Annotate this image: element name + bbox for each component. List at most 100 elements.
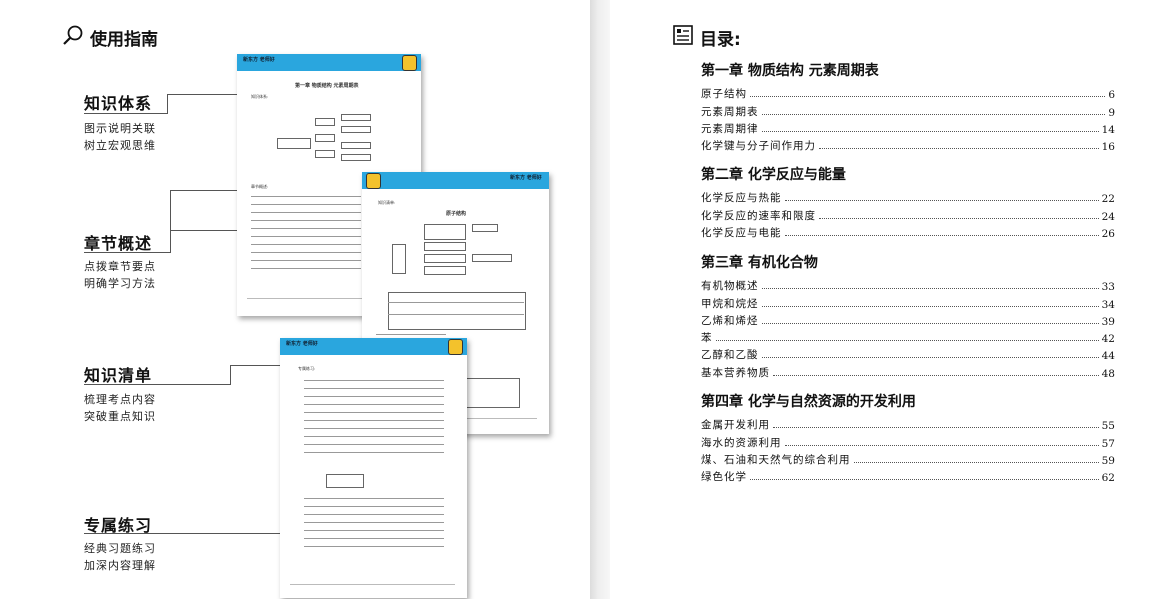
- section-title-knowledge-system: 知识体系: [84, 94, 153, 113]
- magnifier-icon: [62, 24, 84, 51]
- entry-page: 22: [1101, 193, 1115, 206]
- entry-label: 基本营养物质: [701, 366, 770, 379]
- table-rule: [388, 314, 524, 315]
- toc-entry[interactable]: 金属开发利用 55: [701, 415, 1115, 432]
- mindmap-node: [472, 254, 512, 262]
- dot-leader: [750, 479, 1099, 481]
- entry-label: 乙醇和乙酸: [701, 349, 759, 362]
- text-line: [304, 444, 444, 445]
- connector-line: [84, 384, 231, 385]
- text-line: [376, 334, 446, 335]
- sample-brand: 新东方 老师好: [510, 175, 542, 181]
- sample-label: 章节概述:: [251, 184, 269, 189]
- text-line: [251, 228, 361, 229]
- toc-entry[interactable]: 化学反应与电能 26: [701, 223, 1115, 240]
- entry-page: 55: [1101, 420, 1115, 433]
- text-line: [251, 196, 361, 197]
- text-line: [251, 236, 361, 237]
- mindmap-node: [341, 154, 371, 161]
- toc-entry[interactable]: 化学键与分子间作用力 16: [701, 136, 1115, 153]
- connector-line: [230, 365, 231, 385]
- entry-page: 33: [1101, 281, 1115, 294]
- dot-leader: [819, 217, 1099, 219]
- toc-chapter: 第四章 化学与自然资源的开发利用 金属开发利用 55 海水的资源利用 57 煤、石油…: [701, 391, 1115, 484]
- entry-label: 化学反应与热能: [701, 192, 782, 205]
- toc-chapter: 第一章 物质结构 元素周期表 原子结构 6 元素周期表 9 元素周期律 14 化学键与…: [701, 60, 1115, 153]
- text-line: [304, 530, 444, 531]
- entry-page: 16: [1101, 141, 1115, 154]
- mindmap-node: [424, 242, 466, 251]
- mindmap-node: [341, 114, 371, 121]
- toc-entry[interactable]: 煤、石油和天然气的综合利用 59: [701, 450, 1115, 467]
- entry-page: 44: [1101, 350, 1115, 363]
- toc-entry[interactable]: 元素周期律 14: [701, 119, 1115, 136]
- text-line: [251, 204, 361, 205]
- entry-label: 苯: [701, 332, 713, 345]
- sample-page-header-bar: 新东方 老师好: [362, 172, 549, 189]
- toc-entry[interactable]: 基本营养物质 48: [701, 362, 1115, 380]
- toc-entry[interactable]: 海水的资源利用 57: [701, 432, 1115, 450]
- desc-line: 树立宏观思维: [84, 139, 156, 152]
- desc-line: 梳理考点内容: [84, 393, 156, 406]
- toc-entry[interactable]: 甲烷和烷烃 34: [701, 293, 1115, 311]
- sample-chapter-title: 第一章 物质结构 元素周期表: [295, 83, 359, 89]
- text-line: [251, 220, 361, 221]
- connector-line: [170, 190, 171, 253]
- entry-page: 57: [1101, 437, 1115, 450]
- text-line: [304, 404, 444, 405]
- toc-entry[interactable]: 元素周期表 9: [701, 101, 1115, 119]
- toc-title-text: 目录:: [700, 30, 741, 50]
- toc-entry[interactable]: 原子结构 6: [701, 84, 1115, 101]
- text-line: [304, 436, 444, 437]
- mindmap-node: [424, 266, 466, 275]
- toc-entry[interactable]: 乙醇和乙酸 44: [701, 345, 1115, 362]
- text-line: [251, 260, 361, 261]
- toc-entry[interactable]: 苯 42: [701, 328, 1115, 345]
- sample-brand: 新东方 老师好: [286, 341, 318, 347]
- text-line: [251, 244, 361, 245]
- dot-leader: [761, 130, 1099, 132]
- text-line: [304, 498, 444, 499]
- mindmap-node: [392, 244, 406, 274]
- chapter-title: 第三章 有机化合物: [701, 255, 818, 271]
- toc-entry[interactable]: 化学反应的速率和限度 24: [701, 205, 1115, 223]
- entry-page: 42: [1101, 333, 1115, 346]
- mindmap-node: [315, 134, 335, 142]
- dot-leader: [715, 340, 1099, 342]
- chapter-title: 第二章 化学反应与能量: [701, 167, 846, 183]
- toc-entry[interactable]: 化学反应与热能 22: [701, 188, 1115, 205]
- dot-leader: [853, 461, 1099, 463]
- mindmap-node: [341, 126, 371, 133]
- toc-entry[interactable]: 绿色化学 62: [701, 467, 1115, 484]
- text-line: [251, 212, 361, 213]
- entry-label: 原子结构: [701, 88, 747, 101]
- entry-label: 绿色化学: [701, 471, 747, 484]
- mindmap-node: [277, 138, 311, 149]
- dot-leader: [773, 427, 1099, 429]
- desc-line: 明确学习方法: [84, 277, 156, 290]
- dot-leader: [784, 234, 1099, 236]
- section-title-chapter-overview: 章节概述: [84, 234, 153, 253]
- entry-page: 59: [1101, 454, 1115, 467]
- toc-entry[interactable]: 乙烯和烯烃 39: [701, 311, 1115, 328]
- mindmap-node: [315, 118, 335, 126]
- entry-label: 有机物概述: [701, 280, 759, 293]
- badge-icon: [366, 173, 381, 189]
- text-line: [304, 538, 444, 539]
- section-desc-knowledge-list: 梳理考点内容 突破重点知识: [84, 391, 156, 425]
- desc-line: 加深内容理解: [84, 559, 156, 572]
- section-desc-chapter-overview: 点拨章节要点 明确学习方法: [84, 258, 156, 292]
- connector-line: [84, 252, 171, 253]
- text-line: [304, 522, 444, 523]
- entry-page: 39: [1101, 315, 1115, 328]
- dot-leader: [761, 357, 1099, 359]
- chapter-title: 第一章 物质结构 元素周期表: [701, 63, 879, 79]
- table-rule: [388, 302, 524, 303]
- mindmap-node: [341, 142, 371, 149]
- toc-entry[interactable]: 有机物概述 33: [701, 276, 1115, 293]
- entry-label: 化学反应的速率和限度: [701, 209, 816, 222]
- entry-label: 海水的资源利用: [701, 436, 782, 449]
- section-title-knowledge-list: 知识清单: [84, 366, 153, 385]
- sample-page-exclusive-practice: 新东方 老师好 专属练习:: [280, 338, 467, 598]
- connector-line: [84, 113, 168, 114]
